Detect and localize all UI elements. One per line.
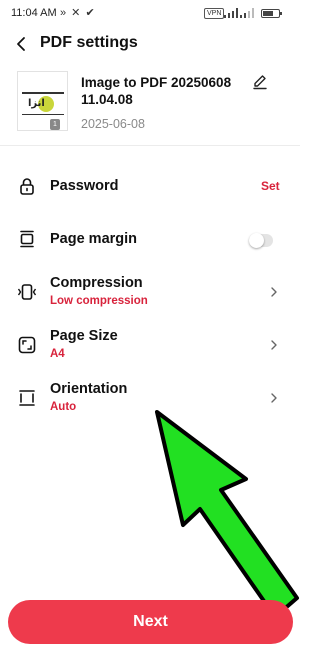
page-count-badge: 1	[50, 119, 60, 130]
file-name: Image to PDF 20250608 11.04.08	[81, 75, 232, 107]
battery-icon	[261, 9, 282, 18]
orientation-value: Auto	[50, 401, 77, 413]
chevron-right-icon	[271, 287, 277, 297]
status-time: 11:04 AM	[11, 7, 57, 19]
compression-icon	[17, 284, 37, 300]
page-margin-toggle[interactable]	[249, 233, 273, 248]
thumbnail-text: انزا	[28, 98, 45, 109]
status-bar: 11:04 AM » ✕ ✔ VPN	[0, 0, 300, 26]
chevron-right-icon	[271, 340, 277, 350]
back-arrow-icon[interactable]	[12, 32, 34, 56]
edit-pencil-icon[interactable]	[251, 73, 269, 91]
page-margin-label: Page margin	[50, 231, 138, 247]
page-size-label: Page Size	[50, 328, 118, 344]
header: PDF settings	[0, 28, 300, 60]
compression-value: Low compression	[50, 295, 148, 307]
orientation-icon	[19, 390, 35, 406]
page-size-icon	[18, 336, 36, 354]
page-size-row[interactable]: Page Size A4	[0, 323, 300, 367]
next-button[interactable]: Next	[8, 600, 293, 644]
page-margin-row: Page margin	[0, 217, 300, 261]
compression-row[interactable]: Compression Low compression	[0, 270, 300, 314]
page-title: PDF settings	[40, 34, 138, 51]
file-thumbnail[interactable]: انزا 1	[17, 71, 68, 131]
page-margin-icon	[20, 230, 34, 248]
compression-label: Compression	[50, 275, 143, 291]
lock-icon	[20, 178, 34, 195]
page-size-value: A4	[50, 348, 65, 360]
chevron-right-icon	[271, 393, 277, 403]
battery-fill	[263, 11, 273, 16]
password-set-button[interactable]: Set	[261, 179, 280, 193]
signal-icon-2	[240, 8, 254, 18]
status-notification-icons: » ✕ ✔	[60, 7, 96, 19]
toggle-knob	[249, 233, 264, 248]
file-card: انزا 1 Image to PDF 20250608 11.04.08 20…	[0, 68, 300, 136]
password-label: Password	[50, 178, 119, 194]
password-row[interactable]: Password Set	[0, 164, 300, 208]
vpn-icon: VPN	[204, 8, 225, 19]
signal-icon	[224, 8, 238, 18]
orientation-label: Orientation	[50, 381, 128, 397]
divider	[0, 145, 300, 146]
file-date: 2025-06-08	[81, 117, 145, 131]
